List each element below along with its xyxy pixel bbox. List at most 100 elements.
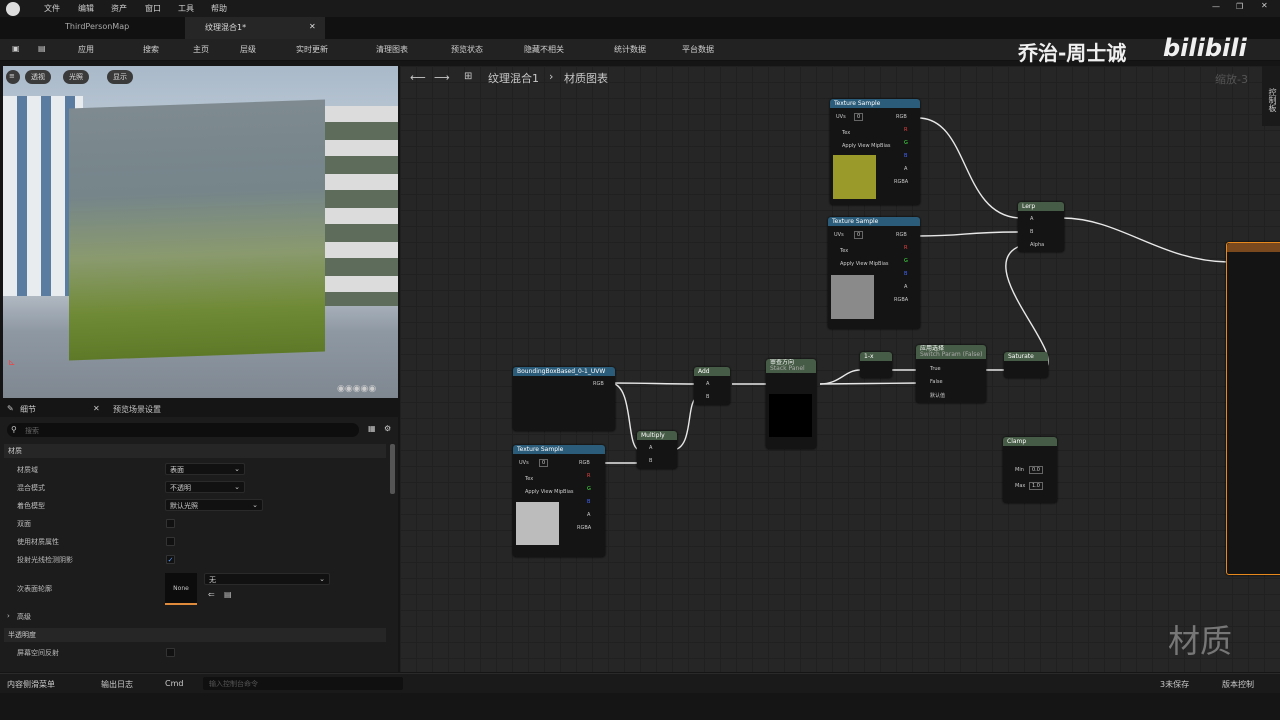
preview-shapes-icon[interactable]: ◉◉◉◉◉ — [337, 384, 376, 394]
uvs-value-input[interactable]: 0 — [854, 113, 864, 121]
show-button[interactable]: 显示 — [107, 70, 133, 84]
tab-third-person-map[interactable]: ThirdPersonMap — [45, 17, 180, 39]
material-output-node[interactable] — [1226, 242, 1280, 575]
section-translucency[interactable]: 半透明度 — [4, 628, 386, 642]
texture-sample-node-1[interactable]: Texture Sample UVs 0 Tex Apply View MipB… — [830, 99, 920, 205]
saturate-node[interactable]: Saturate — [1004, 352, 1048, 378]
details-tab[interactable]: 细节 — [20, 404, 36, 415]
node-title: Lerp — [1018, 202, 1064, 211]
material-graph[interactable]: ⟵ ⟶ ⊞ 纹理混合1 › 材质图表 缩放-3 材质 Texture Sampl… — [400, 66, 1280, 672]
menu-help[interactable]: 帮助 — [211, 3, 227, 14]
unreal-logo-icon[interactable] — [6, 2, 20, 16]
content-drawer-button[interactable]: 内容侧滑菜单 — [7, 679, 55, 690]
browse-asset-icon[interactable]: ▤ — [224, 590, 232, 599]
live-update-button[interactable]: 实时更新 — [296, 44, 328, 55]
console-input[interactable]: 输入控制台命令 — [203, 677, 403, 690]
restore-icon[interactable]: ❐ — [1236, 2, 1243, 11]
two-sided-checkbox[interactable] — [166, 519, 175, 528]
close-window-icon[interactable]: ✕ — [1261, 1, 1268, 10]
node-title — [1227, 243, 1280, 252]
stats-button[interactable]: 统计数据 — [614, 44, 646, 55]
clamp-node[interactable]: Clamp Min 0.0 Max 1.0 — [1003, 437, 1057, 503]
menu-edit[interactable]: 编辑 — [78, 3, 94, 14]
lit-button[interactable]: 光照 — [63, 70, 89, 84]
ssr-checkbox[interactable] — [166, 648, 175, 657]
pin-tex: Tex — [525, 476, 534, 482]
pin-rgb: RGB — [593, 381, 604, 387]
home-button[interactable]: 主页 — [193, 44, 209, 55]
pin-a: A — [904, 166, 908, 172]
table-view-icon[interactable]: ▦ — [368, 424, 376, 433]
multiply-node[interactable]: Multiply A B — [637, 431, 677, 469]
breadcrumb-graph[interactable]: 材质图表 — [564, 70, 608, 86]
menu-asset[interactable]: 资产 — [111, 3, 127, 14]
raytraced-shadows-checkbox[interactable]: ✓ — [166, 555, 175, 564]
node-title: Add — [694, 367, 730, 376]
close-tab-icon[interactable]: ✕ — [309, 22, 316, 31]
tab-material[interactable]: 纹理混合1* ✕ — [185, 17, 325, 39]
shading-model-select[interactable]: 默认光照 ⌄ — [165, 499, 263, 511]
pin-rgba: RGBA — [894, 179, 909, 185]
section-material[interactable]: 材质 — [4, 444, 386, 458]
pin-a: A — [1030, 216, 1034, 222]
menu-tools[interactable]: 工具 — [178, 3, 194, 14]
browse-icon[interactable]: ▤ — [38, 44, 46, 53]
uvs-value-input[interactable]: 0 — [854, 231, 864, 239]
breadcrumb-material[interactable]: 纹理混合1 — [488, 70, 539, 86]
back-arrow-icon[interactable]: ⟵ — [410, 71, 426, 84]
subsurface-select[interactable]: 无 ⌄ — [204, 573, 330, 585]
forward-arrow-icon[interactable]: ⟶ — [434, 71, 450, 84]
details-search-input[interactable]: ⚲ 搜索 — [7, 423, 359, 437]
save-icon[interactable]: ▣ — [12, 44, 20, 53]
texture-sample-node-2[interactable]: Texture Sample UVs 0 Tex Apply View MipB… — [828, 217, 920, 329]
material-domain-select[interactable]: 表面 ⌄ — [165, 463, 245, 475]
right-control-panel[interactable]: 控制板 — [1262, 66, 1280, 126]
clamp-max-input[interactable]: 1.0 — [1029, 482, 1043, 490]
switch-param-node[interactable]: 应用选择 Switch Param (False) True False 默认值 — [916, 345, 986, 403]
clamp-min-input[interactable]: 0.0 — [1029, 466, 1043, 474]
preview-settings-tab[interactable]: 预览场景设置 — [113, 404, 161, 415]
close-details-icon[interactable]: ✕ — [93, 404, 100, 413]
add-node[interactable]: Add A B — [694, 367, 730, 405]
preview-viewport[interactable]: ≡ 透视 光照 显示 ⊾ ◉◉◉◉◉ — [3, 66, 398, 398]
source-control-button[interactable]: 版本控制 — [1222, 679, 1254, 690]
one-minus-node[interactable]: 1-x — [860, 352, 892, 378]
perspective-button[interactable]: 透视 — [25, 70, 51, 84]
wire-stack-to-switch-false — [819, 382, 921, 385]
blend-mode-select[interactable]: 不透明 ⌄ — [165, 481, 245, 493]
menu-file[interactable]: 文件 — [44, 3, 60, 14]
apply-button[interactable]: 应用 — [78, 44, 94, 55]
texture-sample-node-3[interactable]: Texture Sample UVs 0 Tex Apply View MipB… — [513, 445, 605, 557]
viewport-menu-icon[interactable]: ≡ — [6, 70, 20, 84]
hide-unrelated-button[interactable]: 隐藏不相关 — [524, 44, 564, 55]
preview-state-button[interactable]: 预览状态 — [451, 44, 483, 55]
clean-graph-button[interactable]: 清理图表 — [376, 44, 408, 55]
minimize-icon[interactable]: — — [1212, 2, 1220, 11]
uvs-value-input[interactable]: 0 — [539, 459, 549, 467]
lerp-node[interactable]: Lerp A B Alpha — [1018, 202, 1064, 252]
menu-window[interactable]: 窗口 — [145, 3, 161, 14]
settings-gear-icon[interactable]: ⚙ — [384, 424, 391, 433]
navigate-arrow-icon[interactable]: ⇐ — [208, 590, 215, 599]
prop-material-domain-label: 材质域 — [17, 466, 38, 474]
breadcrumb-separator: › — [549, 70, 554, 83]
bounding-box-uvw-node[interactable]: BoundingBoxBased_0-1_UVW RGB — [513, 367, 615, 431]
pin-rgba: RGBA — [577, 525, 592, 531]
unsaved-indicator[interactable]: 3未保存 — [1160, 679, 1189, 690]
details-scrollbar[interactable] — [390, 444, 395, 494]
section-advanced[interactable]: 高级 — [17, 612, 31, 622]
hierarchy-button[interactable]: 层级 — [240, 44, 256, 55]
node-title: BoundingBoxBased_0-1_UVW — [513, 367, 615, 376]
material-attributes-checkbox[interactable] — [166, 537, 175, 546]
prop-material-attributes-label: 使用材质属性 — [17, 538, 59, 546]
node-subtitle: Switch Param (False) — [920, 351, 983, 358]
stack-panel-node[interactable]: 审查方向 Stack Panel — [766, 359, 816, 449]
wire-stack-to-1minus — [819, 369, 861, 385]
subsurface-thumbnail[interactable]: None — [165, 573, 197, 605]
cmd-dropdown[interactable]: Cmd — [165, 679, 183, 688]
search-button[interactable]: 搜索 — [143, 44, 159, 55]
pin-a: A — [706, 381, 710, 387]
platform-stats-button[interactable]: 平台数据 — [682, 44, 714, 55]
output-log-button[interactable]: 输出日志 — [101, 679, 133, 690]
node-title: Saturate — [1004, 352, 1048, 361]
